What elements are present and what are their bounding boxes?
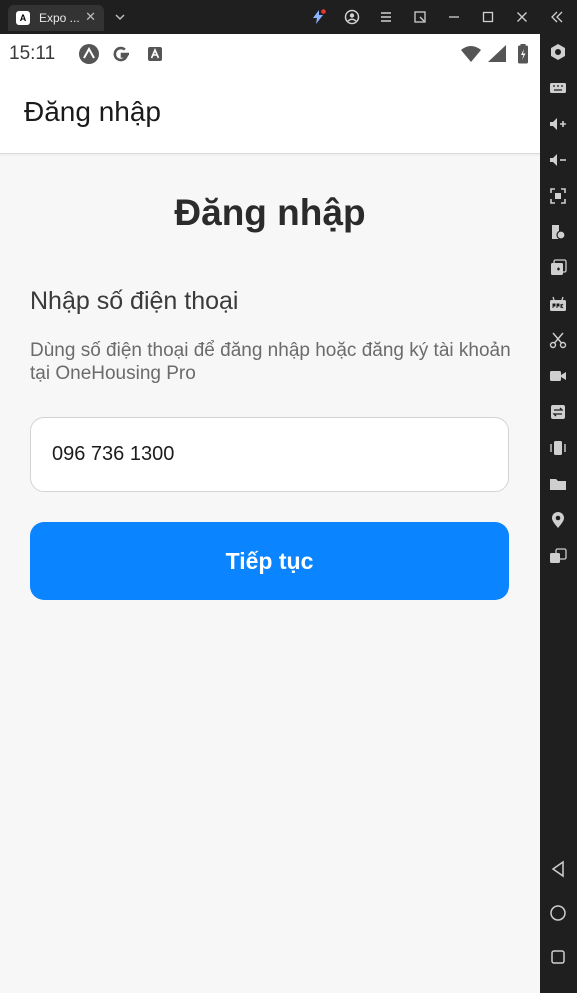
- app-header: Đăng nhập: [0, 72, 540, 154]
- menu-icon[interactable]: [378, 9, 394, 25]
- keyboard-icon[interactable]: [548, 78, 568, 98]
- collapse-sidebar-icon[interactable]: [549, 9, 565, 25]
- signal-icon: [486, 43, 508, 65]
- browser-tab[interactable]: A Expo ... ✕: [8, 5, 104, 31]
- rotate-icon[interactable]: [548, 222, 568, 242]
- login-description: Dùng số điện thoại để đăng nhập hoặc đăn…: [30, 340, 511, 384]
- account-icon[interactable]: [344, 9, 360, 25]
- pin-window-icon[interactable]: [412, 9, 428, 25]
- folder-icon[interactable]: [548, 474, 568, 494]
- page-title: Đăng nhập: [174, 192, 366, 233]
- apk-icon[interactable]: [548, 294, 568, 314]
- location-icon[interactable]: [548, 510, 568, 530]
- phone-screen: 15:11 Đăng nhập Đăng nhập Nhập số điện t…: [0, 34, 540, 993]
- continue-button[interactable]: Tiếp tục: [30, 522, 509, 600]
- accessibility-icon: [144, 43, 166, 65]
- chevron-down-icon[interactable]: [112, 9, 128, 25]
- window-title-bar: A Expo ... ✕: [0, 0, 577, 34]
- video-icon[interactable]: [548, 366, 568, 386]
- phone-section-title: Nhập số điện thoại: [30, 287, 239, 315]
- android-status-bar: 15:11: [0, 34, 540, 72]
- volume-up-icon[interactable]: [548, 114, 568, 134]
- screenshot-icon[interactable]: [548, 186, 568, 206]
- close-icon[interactable]: ✕: [85, 10, 96, 24]
- lightning-icon[interactable]: [310, 9, 326, 25]
- minimize-icon[interactable]: [446, 9, 462, 25]
- volume-down-icon[interactable]: [548, 150, 568, 170]
- recents-icon[interactable]: [548, 947, 568, 967]
- emulator-toolbar: [540, 34, 577, 993]
- expo-favicon-icon: A: [16, 11, 30, 25]
- cut-icon[interactable]: [548, 330, 568, 350]
- back-icon[interactable]: [548, 859, 568, 879]
- add-window-icon[interactable]: [548, 258, 568, 278]
- wifi-icon: [460, 43, 482, 65]
- maximize-icon[interactable]: [480, 9, 496, 25]
- header-title: Đăng nhập: [24, 96, 162, 127]
- phone-number-input[interactable]: [30, 417, 509, 492]
- tab-title: Expo ...: [39, 11, 80, 25]
- status-clock: 15:11: [9, 43, 56, 64]
- home-icon[interactable]: [548, 903, 568, 923]
- settings-icon[interactable]: [548, 42, 568, 62]
- expo-icon: [78, 43, 100, 65]
- swap-icon[interactable]: [548, 402, 568, 422]
- battery-icon: [512, 43, 534, 65]
- shake-icon[interactable]: [548, 438, 568, 458]
- google-icon: [111, 43, 133, 65]
- close-window-icon[interactable]: [514, 9, 530, 25]
- multi-window-icon[interactable]: [548, 546, 568, 566]
